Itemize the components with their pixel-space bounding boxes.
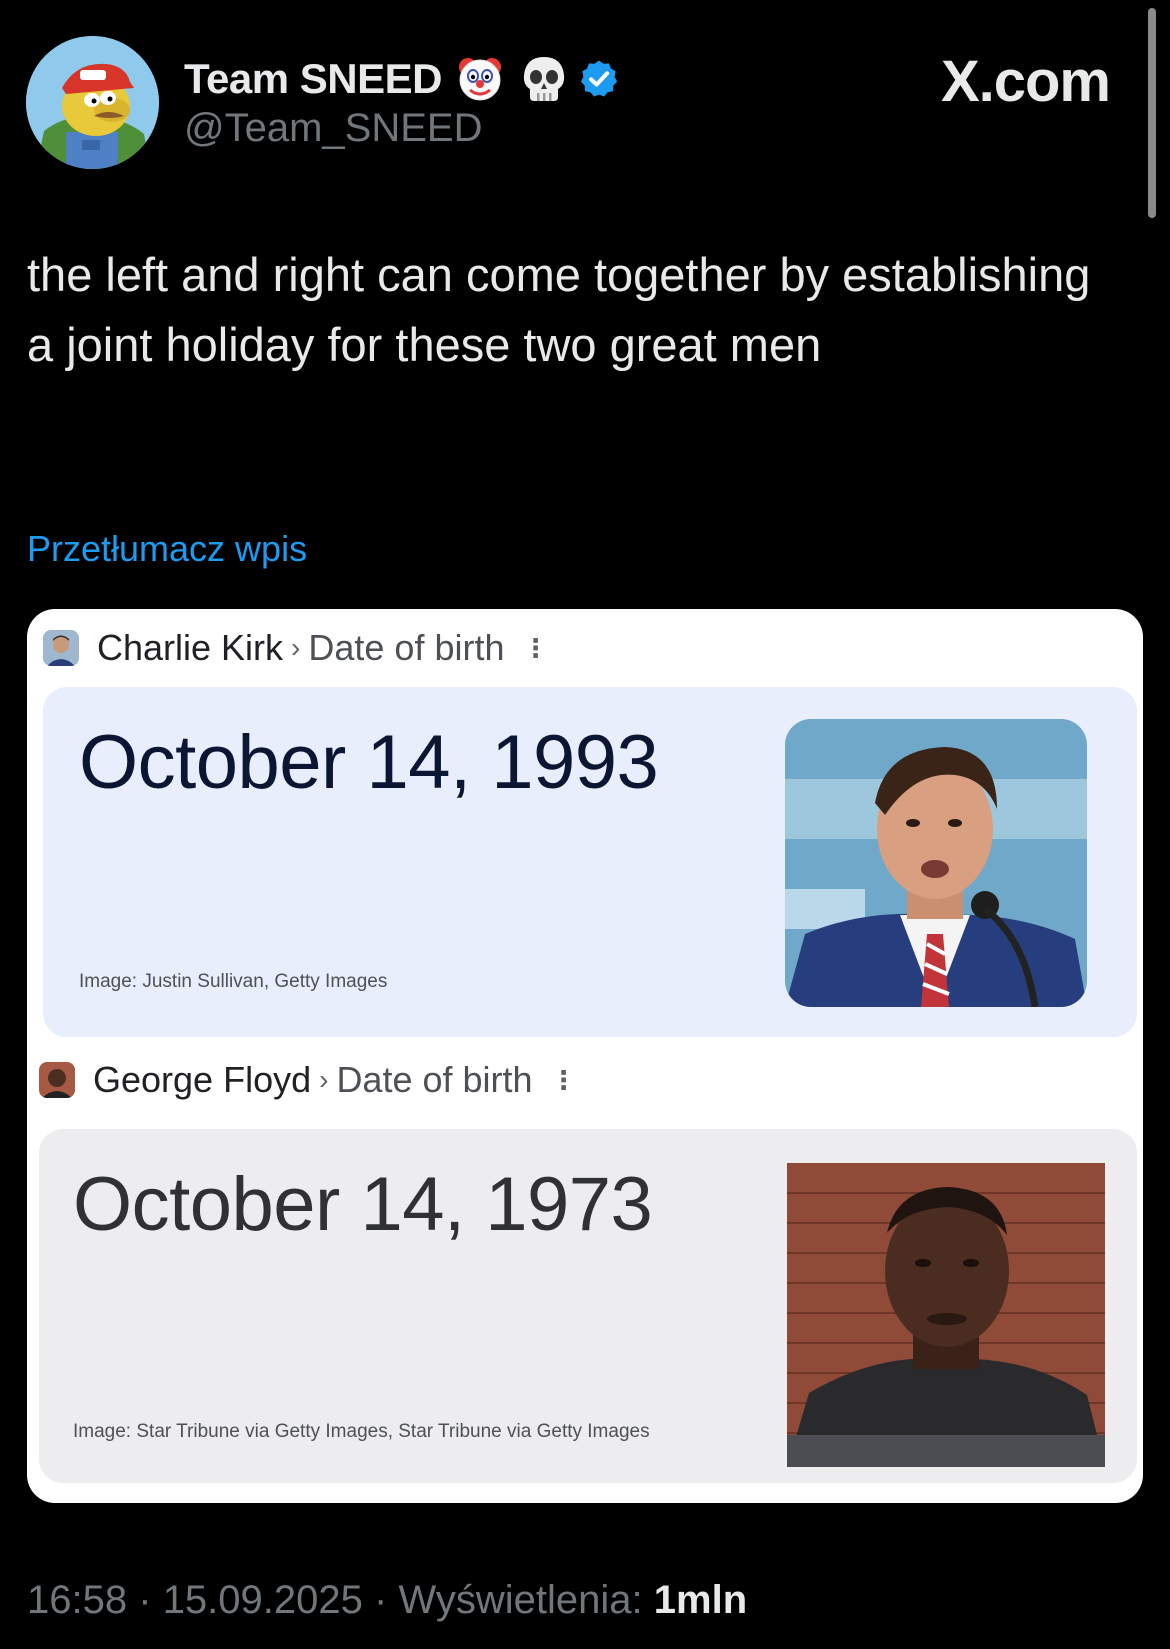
image-credit: Image: Justin Sullivan, Getty Images <box>79 971 388 992</box>
more-options-icon: ⋮ <box>522 632 549 663</box>
knowledge-panel-entity: George Floyd <box>93 1059 312 1100</box>
knowledge-panel-entity: Charlie Kirk <box>97 627 284 668</box>
post-text: the left and right can come together by … <box>27 248 1091 371</box>
person-thumbnail <box>43 630 79 666</box>
knowledge-panel-header: George Floyd › Date of birth ⋮ <box>39 1055 577 1105</box>
avatar[interactable] <box>26 36 159 169</box>
person-thumbnail <box>39 1062 75 1098</box>
breadcrumb-chevron-icon: › <box>291 632 301 663</box>
person-photo <box>785 719 1087 1007</box>
meta-separator: · <box>374 1578 388 1622</box>
person-photo <box>787 1163 1105 1467</box>
knowledge-panel-card: October 14, 1973 Image: Star Tribune via… <box>39 1129 1137 1483</box>
post-page: Team SNEED @Team_SNEED X.com the left an… <box>0 0 1170 1649</box>
translate-post-link[interactable]: Przetłumacz wpis <box>27 528 307 570</box>
knowledge-panel-card: October 14, 1993 Image: Justin Sullivan,… <box>43 687 1137 1037</box>
date-of-birth-value: October 14, 1993 <box>79 720 659 805</box>
scrollbar[interactable] <box>1148 8 1156 218</box>
image-credit: Image: Star Tribune via Getty Images, St… <box>73 1421 650 1442</box>
post-time[interactable]: 16:58 <box>27 1578 127 1622</box>
clown-face-icon <box>454 53 506 105</box>
post-media-image[interactable]: Charlie Kirk › Date of birth ⋮ October 1… <box>27 609 1143 1503</box>
post-meta: 16:58 · 15.09.2025 · Wyświetlenia: 1mln <box>27 1578 747 1623</box>
knowledge-panel-attribute: Date of birth <box>308 627 505 668</box>
views-label: Wyświetlenia: <box>398 1578 643 1622</box>
breadcrumb-chevron-icon: › <box>319 1064 329 1095</box>
knowledge-panel-attribute: Date of birth <box>336 1059 533 1100</box>
meta-separator: · <box>138 1578 152 1622</box>
date-of-birth-value: October 14, 1973 <box>73 1162 653 1247</box>
display-name-row[interactable]: Team SNEED <box>184 52 620 106</box>
post-date[interactable]: 15.09.2025 <box>163 1578 363 1622</box>
knowledge-panel-header: Charlie Kirk › Date of birth ⋮ <box>43 623 548 673</box>
verified-badge-icon[interactable] <box>578 58 620 100</box>
user-handle[interactable]: @Team_SNEED <box>184 106 482 151</box>
views-count: 1mln <box>653 1578 748 1622</box>
x-brand-watermark: X.com <box>940 49 1111 114</box>
display-name[interactable]: Team SNEED <box>184 55 442 103</box>
skull-icon <box>518 53 570 105</box>
more-options-icon: ⋮ <box>550 1064 577 1095</box>
